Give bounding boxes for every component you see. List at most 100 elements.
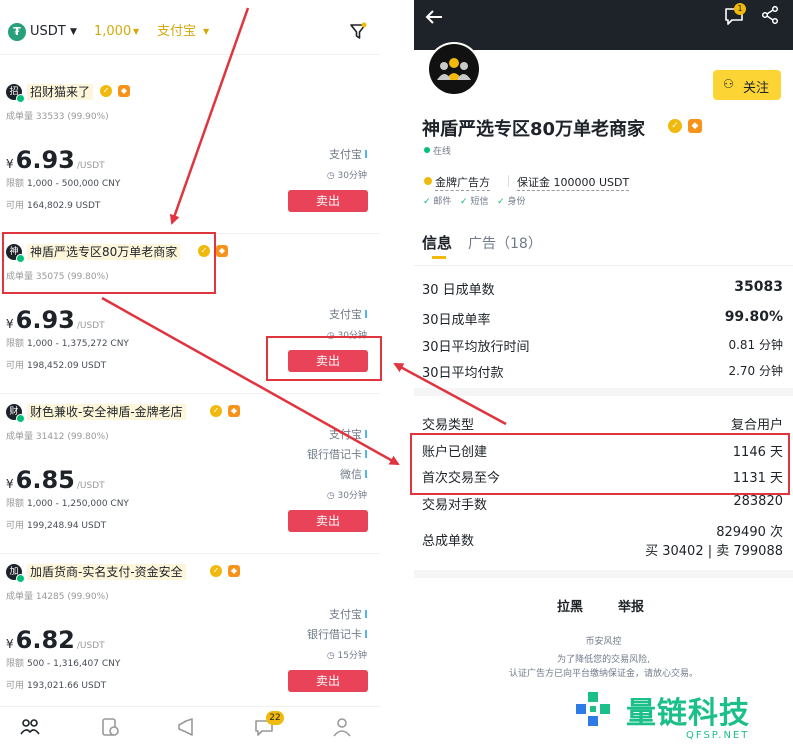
risk-text: 认证广告方已向平台缴纳保证金，请放心交易。: [508, 669, 698, 679]
limit-row: 限额 500 - 1,316,407 CNY: [6, 659, 121, 669]
ad-card[interactable]: 加 加盾货商-实名支付-资金安全 ✓ ◆ 成单量 14285 (99.90%) …: [0, 552, 380, 714]
stat-label: 30 日成单数: [422, 283, 495, 298]
merchant-detail-screen: 1 ⚇ 关注 神盾严选专区80万单老商家 ✓ ◆ 在线 金牌广告方 保证金 10…: [414, 0, 793, 746]
section-divider: [414, 388, 793, 396]
payment-method: 支付宝: [329, 146, 367, 162]
clock-icon: ◷: [326, 491, 335, 501]
active-tab-indicator: [432, 256, 446, 259]
group-icon: [437, 58, 471, 80]
section-divider: [414, 570, 793, 578]
merchant-avatar: 财: [6, 404, 25, 423]
block-button[interactable]: 拉黑: [557, 596, 583, 615]
ad-card[interactable]: 财 财色兼收-安全神盾-金牌老店 ✓ ◆ 成单量 31412 (99.80%) …: [0, 392, 380, 554]
notification-badge: 1: [734, 3, 746, 15]
merchant-name[interactable]: 财色兼收-安全神盾-金牌老店: [27, 404, 186, 420]
back-arrow-icon[interactable]: [424, 7, 444, 27]
tether-coin-icon: ₮: [8, 23, 26, 41]
merchant-name[interactable]: 招财猫来了: [27, 84, 94, 100]
available-row: 可用 199,248.94 USDT: [6, 521, 107, 531]
tab-info[interactable]: 信息: [422, 232, 452, 253]
info-label: 交易对手数: [422, 498, 488, 513]
stat-value: 2.70 分钟: [728, 364, 783, 378]
payment-filter[interactable]: 支付宝: [157, 24, 196, 40]
deposit-label[interactable]: 保证金 100000 USDT: [517, 174, 630, 191]
shield-badge-icon: ◆: [216, 245, 228, 257]
verified-badge-icon: ✓: [100, 85, 112, 97]
price: ¥6.93/USDT: [6, 306, 105, 334]
limit-row: 限额 1,000 - 1,250,000 CNY: [6, 499, 129, 509]
tab-ads[interactable]: 广告（18）: [468, 233, 542, 253]
merchant-name[interactable]: 加盾货商-实名支付-资金安全: [27, 564, 186, 580]
available-row: 可用 193,021.66 USDT: [6, 681, 107, 691]
limit-row: 限额 1,000 - 500,000 CNY: [6, 179, 121, 189]
chevron-down-icon[interactable]: ▼: [203, 27, 209, 36]
online-status: 在线: [433, 147, 452, 157]
payment-method: 银行借记卡: [307, 626, 367, 642]
stat-label: 30日平均付款: [422, 366, 504, 381]
verify-sms: 短信: [470, 197, 489, 207]
verify-id: 身份: [507, 197, 526, 207]
payment-method: 微信: [340, 466, 367, 482]
stat-label: 30日平均放行时间: [422, 340, 530, 355]
verified-badge-icon: ✓: [210, 405, 222, 417]
bottom-navigation: 22: [0, 706, 380, 746]
check-icon: ✓: [423, 197, 431, 207]
online-dot-icon: [424, 147, 430, 153]
report-button[interactable]: 举报: [618, 596, 644, 615]
available-row: 可用 164,802.9 USDT: [6, 201, 101, 211]
price: ¥6.82/USDT: [6, 626, 105, 654]
share-icon[interactable]: [761, 6, 779, 24]
order-stats: 成单量 14285 (99.90%): [6, 592, 109, 602]
shield-badge-icon: ◆: [228, 405, 240, 417]
limit-row: 限额 1,000 - 1,375,272 CNY: [6, 339, 129, 349]
info-value: 复合用户: [730, 418, 783, 433]
megaphone-icon[interactable]: [176, 717, 196, 737]
highlight-account-age-box: [410, 433, 790, 495]
sell-button[interactable]: 卖出: [288, 510, 368, 532]
merchant-avatar: [427, 42, 481, 96]
stat-label: 30日成单率: [422, 313, 491, 328]
filter-bar: ₮ USDT ▼ 1,000 ▼ 支付宝 ▼: [0, 0, 380, 55]
merchant-avatar: 招: [6, 84, 25, 103]
amount-filter[interactable]: 1,000: [94, 24, 131, 40]
sell-button[interactable]: 卖出: [288, 670, 368, 692]
info-label: 总成单数: [422, 534, 475, 549]
follow-button[interactable]: ⚇ 关注: [713, 70, 781, 100]
stat-row: 30日成单率 99.80%: [422, 309, 783, 328]
check-icon: ✓: [460, 197, 468, 207]
total-orders-value: 829490 次: [716, 525, 783, 540]
info-row: 交易类型 复合用户: [422, 414, 783, 433]
order-stats: 成单量 31412 (99.80%): [6, 432, 109, 442]
payment-method: 支付宝: [329, 306, 367, 322]
gold-medal-icon: [424, 177, 432, 185]
clock-icon: ◷: [326, 651, 335, 661]
p2p-trade-icon[interactable]: [20, 717, 40, 737]
info-value: 283820: [733, 494, 783, 509]
coin-selector[interactable]: USDT: [30, 24, 66, 40]
gold-advertiser-label[interactable]: 金牌广告方: [435, 174, 490, 191]
risk-title: 币安风控: [585, 637, 622, 647]
watermark-text: 量链科技: [626, 696, 750, 731]
sell-button[interactable]: 卖出: [288, 190, 368, 212]
order-stats: 成单量 33533 (99.90%): [6, 112, 109, 122]
filter-icon[interactable]: [349, 22, 367, 40]
profile-icon[interactable]: [332, 717, 352, 737]
chevron-down-icon[interactable]: ▼: [70, 27, 77, 37]
chevron-down-icon[interactable]: ▼: [133, 27, 139, 36]
check-icon: ✓: [497, 197, 505, 207]
merchant-name: 神盾严选专区80万单老商家: [422, 119, 646, 140]
stat-value: 99.80%: [724, 309, 783, 325]
payment-method: 支付宝: [329, 606, 367, 622]
add-user-icon: ⚇: [723, 77, 734, 91]
available-row: 可用 198,452.09 USDT: [6, 361, 107, 371]
chat-unread-badge: 22: [266, 711, 284, 725]
ad-card[interactable]: 招 招财猫来了 ✓ ◆ 成单量 33533 (99.90%) ¥6.93/USD…: [0, 72, 380, 234]
shield-badge-icon: ◆: [228, 565, 240, 577]
stat-value: 0.81 分钟: [728, 338, 783, 352]
header-bar: 1: [414, 0, 793, 50]
verified-badge-icon: ✓: [210, 565, 222, 577]
info-label: 交易类型: [422, 418, 475, 433]
shield-badge-icon: ◆: [688, 119, 702, 133]
follow-label: 关注: [743, 81, 770, 96]
orders-icon[interactable]: [100, 717, 120, 737]
